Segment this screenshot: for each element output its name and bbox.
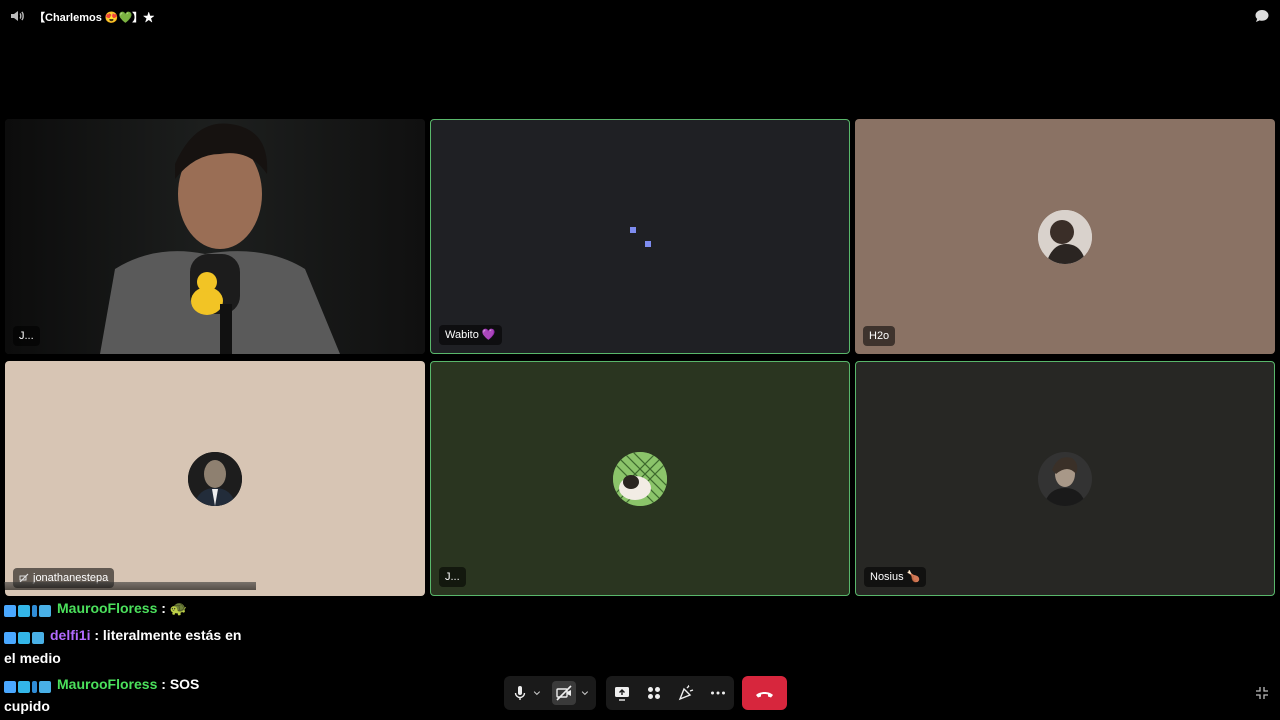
- hang-up-icon: [756, 692, 773, 698]
- chat-username: MaurooFloress: [57, 600, 158, 616]
- screen-share-icon[interactable]: [612, 683, 632, 703]
- participant-name: Nosius 🍗: [864, 567, 927, 587]
- more-options-icon[interactable]: [708, 683, 728, 703]
- badge-icon: [32, 680, 37, 693]
- camera-off-icon: [556, 685, 572, 701]
- badge-icon: [18, 604, 30, 617]
- chat-message-continuation: el medio: [4, 650, 61, 666]
- badge-icon: [4, 604, 16, 617]
- chat-message: MaurooFloress : 🐢: [4, 600, 187, 617]
- chat-message: delfi1i : literalmente estás en: [4, 627, 241, 644]
- participant-tile[interactable]: J...: [430, 361, 850, 596]
- mic-camera-group: [504, 676, 596, 710]
- chevron-down-icon[interactable]: [580, 683, 594, 703]
- badge-icon: [18, 680, 30, 693]
- chat-text: SOS: [169, 676, 200, 692]
- soundboard-icon[interactable]: [676, 683, 696, 703]
- channel-title: 【Charlemos 😍💚】★: [34, 12, 155, 24]
- chat-message-continuation: cupido: [4, 698, 50, 714]
- user-badges: [4, 628, 46, 644]
- microphone-icon[interactable]: [510, 683, 530, 703]
- participant-name: H2o: [863, 326, 896, 346]
- badge-icon: [32, 604, 37, 617]
- chat-text: literalmente estás en: [102, 627, 242, 643]
- avatar: [1038, 451, 1092, 506]
- hang-up-button[interactable]: [742, 676, 787, 710]
- participant-name: J...: [13, 326, 40, 346]
- participant-tile[interactable]: jonathanestepa: [5, 361, 425, 596]
- avatar: [1038, 209, 1092, 264]
- participant-tile[interactable]: Wabito 💜: [430, 119, 850, 354]
- video-grid: J... Wabito 💜 H2o jonathanestepa J... No…: [5, 119, 1275, 597]
- loading-indicator: [630, 227, 636, 233]
- participant-tile[interactable]: Nosius 🍗: [855, 361, 1275, 596]
- exit-fullscreen-icon[interactable]: [1254, 685, 1270, 701]
- user-badges: [4, 677, 53, 693]
- avatar: [188, 451, 242, 506]
- actions-group: [606, 676, 734, 710]
- badge-icon: [39, 680, 51, 693]
- participant-name: Wabito 💜: [439, 325, 502, 345]
- chat-bubble-icon[interactable]: [1254, 8, 1270, 24]
- chat-text: 🐢: [169, 600, 188, 616]
- badge-icon: [32, 631, 44, 644]
- chat-message: MaurooFloress : SOS: [4, 676, 199, 693]
- chat-username: delfi1i: [50, 627, 91, 643]
- badge-icon: [4, 631, 16, 644]
- chat-scroll-fade: [4, 582, 256, 590]
- camera-feed-image: [5, 119, 425, 354]
- chevron-down-icon[interactable]: [532, 683, 546, 703]
- speaker-icon[interactable]: [9, 8, 25, 24]
- chat-username: MaurooFloress: [57, 676, 158, 692]
- participant-tile[interactable]: J...: [5, 119, 425, 354]
- participant-name: J...: [439, 567, 466, 587]
- loading-indicator: [645, 241, 651, 247]
- avatar: [613, 451, 667, 506]
- title-bar: 【Charlemos 😍💚】★: [0, 0, 1280, 32]
- badge-icon: [4, 680, 16, 693]
- camera-toggle-button[interactable]: [552, 681, 576, 705]
- user-badges: [4, 601, 53, 617]
- badge-icon: [18, 631, 30, 644]
- activities-icon[interactable]: [644, 683, 664, 703]
- participant-tile[interactable]: H2o: [855, 119, 1275, 354]
- badge-icon: [39, 604, 51, 617]
